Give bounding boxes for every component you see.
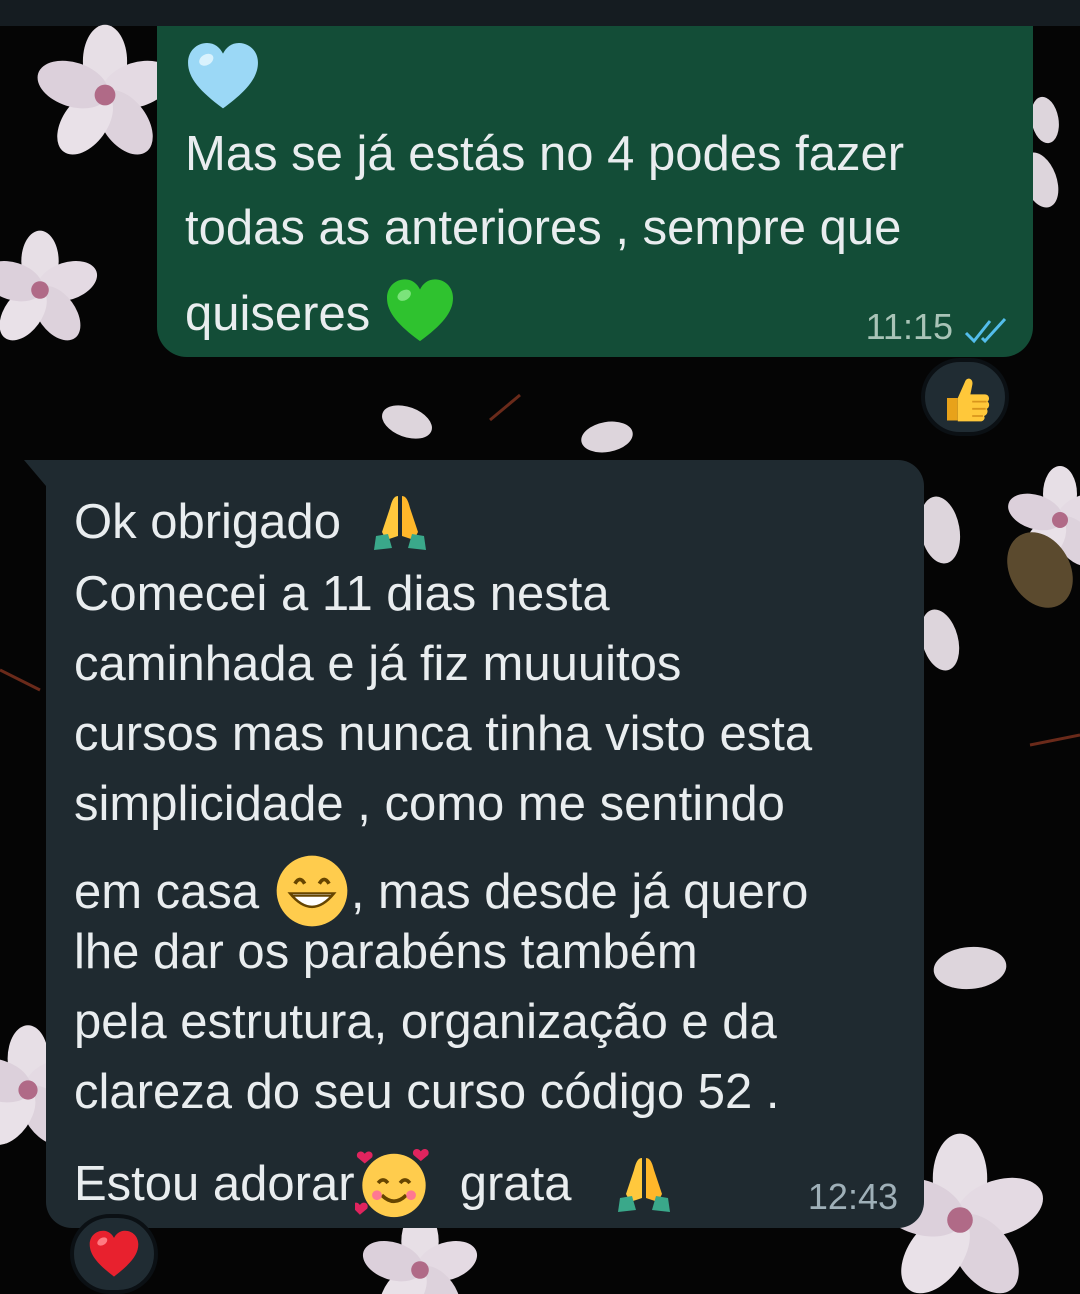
message-line: todas as anteriores , sempre que	[185, 201, 902, 255]
message-text: quiseres	[185, 287, 371, 341]
reaction-badge[interactable]	[921, 358, 1009, 436]
folded-hands-icon	[374, 496, 427, 550]
light-blue-heart-icon	[188, 43, 258, 109]
smiling-face-with-hearts-icon	[354, 1149, 429, 1218]
reaction-badge[interactable]	[70, 1214, 158, 1294]
message-line: Mas se já estás no 4 podes fazer	[185, 127, 905, 181]
message-line-with-emoji: em casa , mas desde já quero	[74, 852, 808, 930]
message-time: 11:15	[865, 306, 953, 347]
thumbs-up-icon	[947, 378, 990, 422]
message-time: 12:43	[807, 1176, 898, 1217]
message-line: Comecei a 11 dias nesta	[74, 567, 610, 621]
bubble-tail	[24, 460, 46, 486]
message-text: , mas desde já quero	[350, 865, 809, 919]
grinning-face-icon	[276, 855, 348, 927]
read-receipt-double-check-icon	[964, 317, 1007, 344]
green-heart-icon	[387, 279, 454, 342]
message-line: pela estrutura, organização e da	[74, 995, 777, 1049]
message-line: simplicidade , como me sentindo	[74, 777, 785, 831]
outgoing-message-bubble[interactable]: Mas se já estás no 4 podes fazer todas a…	[157, 26, 1033, 357]
message-line-with-emoji: Estou adorar grata	[74, 1144, 676, 1222]
message-line-with-emoji: Ok obrigado	[74, 490, 432, 554]
message-line-with-emoji: quiseres	[185, 278, 456, 344]
red-heart-icon	[89, 1230, 139, 1277]
folded-hands-icon	[618, 1158, 671, 1212]
message-text: Ok obrigado	[74, 495, 341, 549]
chat-screen: Mas se já estás no 4 podes fazer todas a…	[0, 0, 1080, 1294]
message-text: grata	[459, 1157, 572, 1211]
message-text: em casa	[74, 865, 260, 919]
message-line: cursos mas nunca tinha visto esta	[74, 707, 813, 761]
message-line: clareza do seu curso código 52 .	[74, 1065, 780, 1119]
message-line: lhe dar os parabéns também	[74, 925, 698, 979]
message-text: Estou adorar	[74, 1157, 355, 1211]
incoming-message-bubble[interactable]: Ok obrigado Comecei a 11 dias nesta cami…	[24, 460, 924, 1228]
message-line: caminhada e já fiz muuuitos	[74, 637, 682, 691]
